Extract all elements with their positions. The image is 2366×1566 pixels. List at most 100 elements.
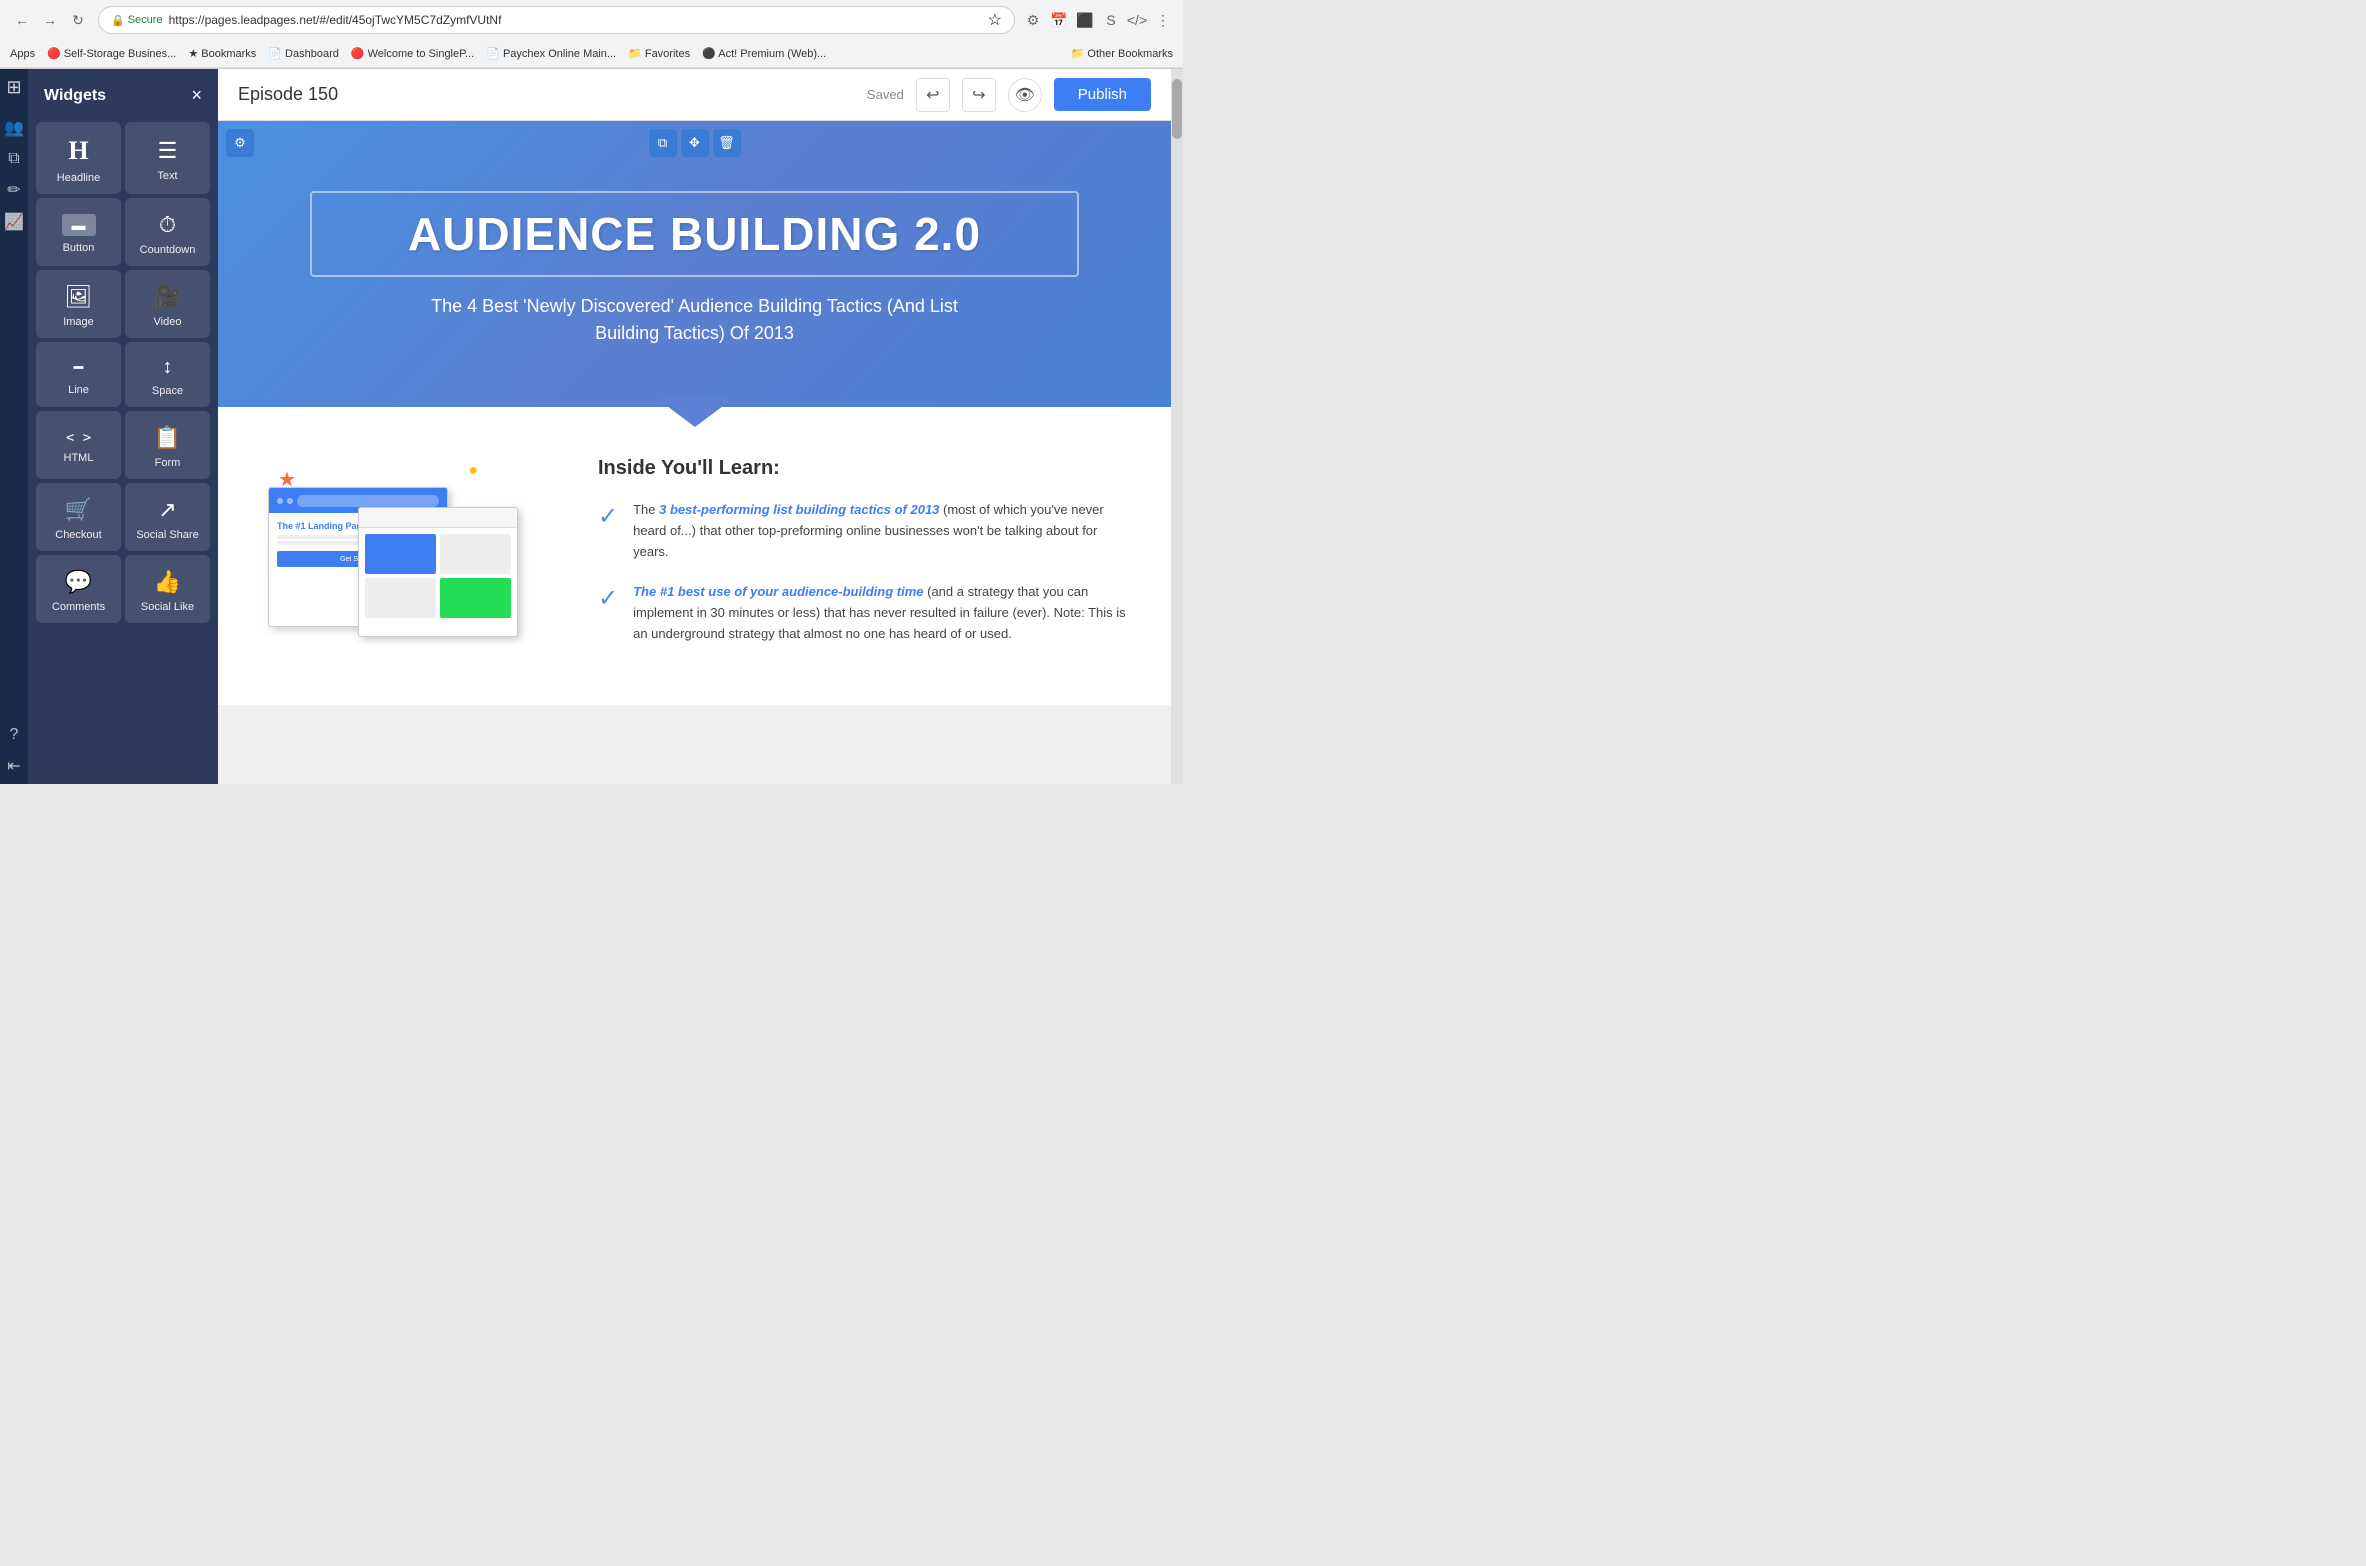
app-icon[interactable]: ⬛ <box>1075 10 1095 30</box>
menu-icon[interactable]: ⋮ <box>1153 10 1173 30</box>
headline-block[interactable]: AUDIENCE BUILDING 2.0 <box>310 191 1078 277</box>
text-icon: ☰ <box>158 138 178 164</box>
hero-arrow <box>655 397 735 427</box>
widget-headline-label: Headline <box>57 172 100 184</box>
hero-headline: AUDIENCE BUILDING 2.0 <box>408 208 981 260</box>
content-section: ★ ★ ● ● <box>218 407 1171 705</box>
bookmark-dashboard[interactable]: 📄 Dashboard <box>268 47 339 60</box>
canvas-area[interactable]: ⚙ ⧉ ✥ 🗑 AUDIENCE BUILDING 2.0 The 4 B <box>218 121 1171 784</box>
delete-button[interactable]: 🗑 <box>713 129 741 157</box>
pencil-icon[interactable]: ✏ <box>7 180 20 200</box>
widget-checkout-label: Checkout <box>55 529 101 541</box>
close-widgets-button[interactable]: × <box>191 85 202 106</box>
form-icon: 📋 <box>154 425 181 451</box>
apps-grid-icon[interactable]: ⊞ <box>6 77 21 98</box>
address-bar[interactable]: 🔒 Secure https://pages.leadpages.net/#/e… <box>98 6 1015 34</box>
widget-image-label: Image <box>63 316 94 328</box>
checkmark-icon-2: ✓ <box>598 584 618 613</box>
bookmarks-bar: Apps 🔴 Self-Storage Busines... ★ Bookmar… <box>0 40 1183 68</box>
browser-chrome: ← → ↻ 🔒 Secure https://pages.leadpages.n… <box>0 0 1183 69</box>
duplicate-button[interactable]: ⧉ <box>649 129 677 157</box>
users-icon[interactable]: 👥 <box>4 118 24 138</box>
preview-button[interactable]: 👁 <box>1008 78 1042 112</box>
apps-bar: ⊞ 👥 ⧉ ✏ 📈 ? ⇤ <box>0 69 28 784</box>
learn-item-1: ✓ The 3 best-performing list building ta… <box>598 500 1131 562</box>
hero-section: ⚙ ⧉ ✥ 🗑 AUDIENCE BUILDING 2.0 The 4 B <box>218 121 1171 407</box>
bookmark-bookmarks[interactable]: ★ Bookmarks <box>188 47 256 60</box>
widget-button[interactable]: ▬ Button <box>36 198 121 266</box>
code-icon[interactable]: </> <box>1127 10 1147 30</box>
widget-text-label: Text <box>157 170 177 182</box>
editor-area: Episode 150 Saved ↩ ↪ 👁 Publish ⚙ <box>218 69 1171 784</box>
widget-html[interactable]: < > HTML <box>36 411 121 479</box>
learn-title: Inside You'll Learn: <box>598 457 1131 480</box>
secure-badge: 🔒 Secure <box>111 14 163 27</box>
bookmark-other[interactable]: 📁 Other Bookmarks <box>1071 47 1173 60</box>
html-icon: < > <box>66 430 91 446</box>
widget-image[interactable]: 🖼 Image <box>36 270 121 338</box>
widget-space[interactable]: ↕ Space <box>125 342 210 407</box>
move-button[interactable]: ✥ <box>681 129 709 157</box>
widget-form[interactable]: 📋 Form <box>125 411 210 479</box>
widget-line[interactable]: ━ Line <box>36 342 121 407</box>
widgets-title: Widgets <box>44 87 106 105</box>
settings-gear-button[interactable]: ⚙ <box>226 129 254 157</box>
space-icon: ↕ <box>163 356 173 379</box>
widget-social-like[interactable]: 👍 Social Like <box>125 555 210 623</box>
widget-checkout[interactable]: 🛒 Checkout <box>36 483 121 551</box>
widget-headline[interactable]: H Headline <box>36 122 121 194</box>
widget-text[interactable]: ☰ Text <box>125 122 210 194</box>
scrollbar[interactable] <box>1171 69 1183 784</box>
bookmark-paychex[interactable]: 📄 Paychex Online Main... <box>486 47 616 60</box>
video-icon: 🎥 <box>154 284 181 310</box>
saved-status: Saved <box>867 87 904 102</box>
content-image-area: ★ ★ ● ● <box>258 457 558 665</box>
help-icon[interactable]: ? <box>10 726 19 744</box>
bookmark-welcome[interactable]: 🔴 Welcome to SingleP... <box>351 47 474 60</box>
refresh-button[interactable]: ↻ <box>66 8 90 32</box>
bookmark-apps[interactable]: Apps <box>10 48 35 60</box>
widget-social-share[interactable]: ↗ Social Share <box>125 483 210 551</box>
widget-html-label: HTML <box>64 452 94 464</box>
extensions-icon[interactable]: ⚙ <box>1023 10 1043 30</box>
publish-button[interactable]: Publish <box>1054 78 1151 111</box>
comments-icon: 💬 <box>65 569 92 595</box>
widget-countdown-label: Countdown <box>140 244 196 256</box>
widget-space-label: Space <box>152 385 183 397</box>
social-share-icon: ↗ <box>158 497 176 523</box>
forward-button[interactable]: → <box>38 8 62 32</box>
button-icon: ▬ <box>62 214 96 236</box>
topbar-right: Saved ↩ ↪ 👁 Publish <box>867 78 1151 112</box>
widget-video-label: Video <box>154 316 182 328</box>
image-icon: 🖼 <box>65 284 93 310</box>
page-canvas: ⚙ ⧉ ✥ 🗑 AUDIENCE BUILDING 2.0 The 4 B <box>218 121 1171 705</box>
undo-button[interactable]: ↩ <box>916 78 950 112</box>
sidebar-toggle-icon[interactable]: ⇤ <box>7 756 20 776</box>
skype-icon[interactable]: S <box>1101 10 1121 30</box>
editor-topbar: Episode 150 Saved ↩ ↪ 👁 Publish <box>218 69 1171 121</box>
hero-subtitle-block: The 4 Best 'Newly Discovered' Audience B… <box>405 293 985 347</box>
widgets-header: Widgets × <box>28 69 218 118</box>
widget-video[interactable]: 🎥 Video <box>125 270 210 338</box>
back-button[interactable]: ← <box>10 8 34 32</box>
learn-text-1: The 3 best-performing list building tact… <box>633 500 1131 562</box>
bookmark-self-storage[interactable]: 🔴 Self-Storage Busines... <box>47 47 176 60</box>
mockup-card-2 <box>358 507 518 637</box>
widget-form-label: Form <box>155 457 181 469</box>
chart-icon[interactable]: 📈 <box>4 212 24 232</box>
layers-icon[interactable]: ⧉ <box>8 150 19 168</box>
headline-icon: H <box>68 136 88 166</box>
widget-countdown[interactable]: ⏱ Countdown <box>125 198 210 266</box>
bookmark-favorites[interactable]: 📁 Favorites <box>628 47 690 60</box>
learn-item-2: ✓ The #1 best use of your audience-build… <box>598 582 1131 644</box>
bookmark-act[interactable]: ⚫ Act! Premium (Web)... <box>702 47 826 60</box>
section-settings: ⚙ <box>226 129 254 157</box>
widget-line-label: Line <box>68 384 89 396</box>
calendar-icon[interactable]: 📅 <box>1049 10 1069 30</box>
star-icon[interactable]: ☆ <box>988 10 1002 30</box>
highlight-2: The #1 best use of your audience-buildin… <box>633 584 923 599</box>
highlight-1: 3 best-performing list building tactics … <box>659 502 939 517</box>
widget-social-share-label: Social Share <box>136 529 198 541</box>
widget-comments[interactable]: 💬 Comments <box>36 555 121 623</box>
redo-button[interactable]: ↪ <box>962 78 996 112</box>
